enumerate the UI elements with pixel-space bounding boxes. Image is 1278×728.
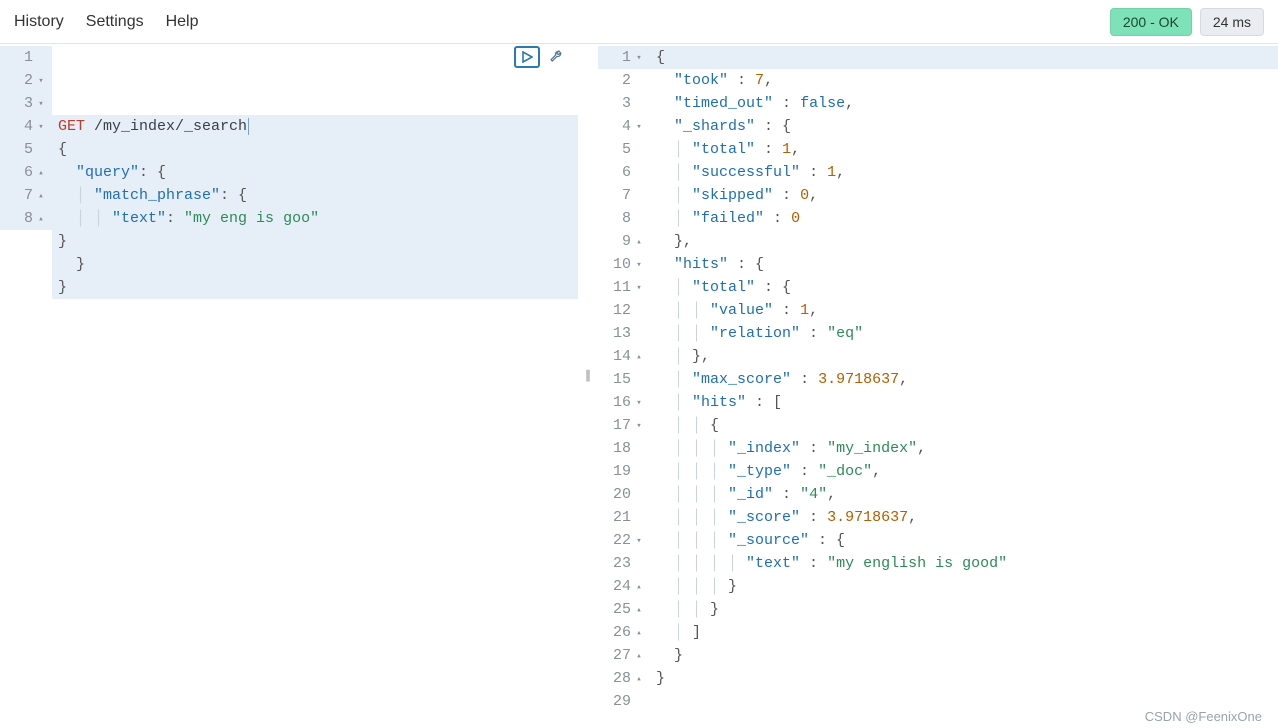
status-badge: 200 - OK	[1110, 8, 1192, 36]
response-pane: 1▾234▾56789▴10▾11▾121314▴1516▾17▾1819202…	[598, 44, 1278, 706]
request-gutter: 12▾3▾4▾56▴7▴8▴	[0, 44, 52, 706]
play-icon	[521, 51, 533, 63]
run-controls	[514, 46, 570, 68]
top-menu-bar: History Settings Help 200 - OK 24 ms	[0, 0, 1278, 44]
run-button[interactable]	[514, 46, 540, 68]
request-editor[interactable]: GET /my_index/_search{ "query": { │ "mat…	[52, 44, 578, 706]
editor-panes: 12▾3▾4▾56▴7▴8▴ GET /my_index/_search{ "q…	[0, 44, 1278, 706]
response-viewer[interactable]: { "took" : 7, "timed_out" : false, "_sha…	[650, 44, 1278, 706]
watermark: CSDN @FeenixOne	[1145, 709, 1262, 724]
menu-history[interactable]: History	[14, 13, 64, 31]
wrench-button[interactable]	[544, 46, 570, 68]
wrench-icon	[549, 49, 565, 65]
response-gutter: 1▾234▾56789▴10▾11▾121314▴1516▾17▾1819202…	[598, 44, 650, 706]
menu-help[interactable]: Help	[166, 13, 199, 31]
timing-badge: 24 ms	[1200, 8, 1264, 36]
menu-settings[interactable]: Settings	[86, 13, 144, 31]
request-pane: 12▾3▾4▾56▴7▴8▴ GET /my_index/_search{ "q…	[0, 44, 578, 706]
pane-divider[interactable]: ∥	[578, 44, 598, 706]
